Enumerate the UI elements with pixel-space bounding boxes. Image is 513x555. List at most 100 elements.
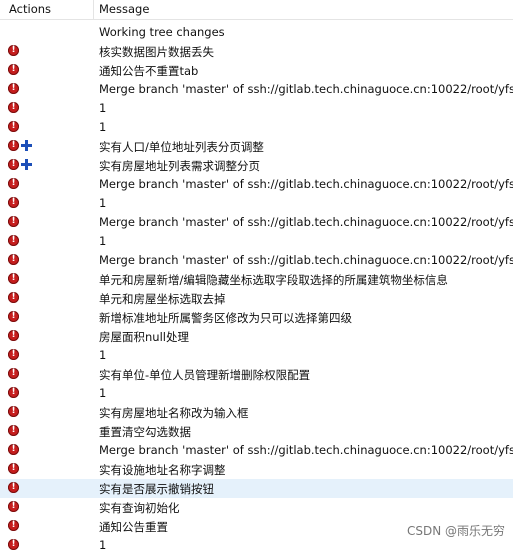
commit-row[interactable]: ! 实有查询初始化 xyxy=(0,498,513,517)
error-icon: ! xyxy=(8,292,19,303)
commit-log-list: Working tree changes! 核实数据图片数据丢失! 通知公告不重置t… xyxy=(0,23,513,555)
actions-cell: ! xyxy=(8,177,88,192)
error-icon: ! xyxy=(8,235,19,246)
commit-message: 实有房屋地址列表需求调整分页 xyxy=(99,159,260,173)
actions-cell: ! xyxy=(8,291,88,306)
commit-row[interactable]: ! Merge branch 'master' of ssh://gitlab.t… xyxy=(0,80,513,99)
error-icon: ! xyxy=(8,197,19,208)
actions-cell: ! xyxy=(8,424,88,439)
commit-message: 1 xyxy=(99,234,107,248)
added-icon xyxy=(21,140,32,151)
actions-cell: ! xyxy=(8,63,88,78)
actions-column-header[interactable]: Actions xyxy=(9,2,51,16)
commit-message: 核实数据图片数据丢失 xyxy=(99,45,214,59)
actions-cell: ! xyxy=(8,386,88,401)
commit-row[interactable]: ! 1 xyxy=(0,346,513,365)
actions-cell: ! xyxy=(8,215,88,230)
message-column-header[interactable]: Message xyxy=(99,2,149,16)
error-icon: ! xyxy=(8,368,19,379)
commit-message: Working tree changes xyxy=(99,25,225,39)
commit-row[interactable]: ! 通知公告不重置tab xyxy=(0,61,513,80)
error-icon: ! xyxy=(8,482,19,493)
error-icon: ! xyxy=(8,254,19,265)
actions-cell: ! xyxy=(8,405,88,420)
commit-row[interactable]: ! 单元和房屋坐标选取去掉 xyxy=(0,289,513,308)
commit-message: 新增标准地址所属警务区修改为只可以选择第四级 xyxy=(99,311,352,325)
commit-message: 1 xyxy=(99,196,107,210)
actions-cell: ! xyxy=(8,348,88,363)
commit-row[interactable]: ! 1 xyxy=(0,194,513,213)
error-icon: ! xyxy=(8,444,19,455)
actions-cell xyxy=(8,25,88,40)
column-divider[interactable] xyxy=(93,0,94,19)
commit-message: 1 xyxy=(99,348,107,362)
actions-cell: ! xyxy=(8,367,88,382)
error-icon: ! xyxy=(8,121,19,132)
commit-message: 实有是否展示撤销按钮 xyxy=(99,482,214,496)
actions-cell: ! xyxy=(8,253,88,268)
commit-message: 通知公告不重置tab xyxy=(99,64,199,78)
error-icon: ! xyxy=(8,387,19,398)
commit-row[interactable]: ! Merge branch 'master' of ssh://gitlab.t… xyxy=(0,175,513,194)
actions-cell: ! xyxy=(8,443,88,458)
error-icon: ! xyxy=(8,102,19,113)
commit-message: Merge branch 'master' of ssh://gitlab.te… xyxy=(99,82,513,96)
commit-message: Merge branch 'master' of ssh://gitlab.te… xyxy=(99,215,513,229)
actions-cell: ! xyxy=(8,234,88,249)
commit-row[interactable]: ! 实有房屋地址列表需求调整分页 xyxy=(0,156,513,175)
actions-cell: ! xyxy=(8,82,88,97)
commit-row[interactable]: ! Merge branch 'master' of ssh://gitlab.t… xyxy=(0,441,513,460)
commit-row[interactable]: ! 1 xyxy=(0,384,513,403)
actions-cell: ! xyxy=(8,158,88,173)
commit-row[interactable]: ! Merge branch 'master' of ssh://gitlab.t… xyxy=(0,251,513,270)
actions-cell: ! xyxy=(8,101,88,116)
commit-row[interactable]: ! 单元和房屋新增/编辑隐藏坐标选取字段取选择的所属建筑物坐标信息 xyxy=(0,270,513,289)
error-icon: ! xyxy=(8,425,19,436)
error-icon: ! xyxy=(8,330,19,341)
commit-row[interactable]: ! 1 xyxy=(0,232,513,251)
commit-message: 1 xyxy=(99,538,107,552)
commit-message: 实有人口/单位地址列表分页调整 xyxy=(99,140,264,154)
watermark: CSDN @雨乐无穷 xyxy=(406,524,505,538)
commit-message: Merge branch 'master' of ssh://gitlab.te… xyxy=(99,253,513,267)
error-icon: ! xyxy=(8,140,19,151)
error-icon: ! xyxy=(8,311,19,322)
commit-message: Merge branch 'master' of ssh://gitlab.te… xyxy=(99,443,513,457)
commit-message: 实有设施地址名称字调整 xyxy=(99,463,226,477)
added-icon xyxy=(21,159,32,170)
commit-row[interactable]: ! 实有单位-单位人员管理新增删除权限配置 xyxy=(0,365,513,384)
commit-row[interactable]: ! 1 xyxy=(0,99,513,118)
commit-message: 实有查询初始化 xyxy=(99,501,180,515)
actions-cell: ! xyxy=(8,196,88,211)
error-icon: ! xyxy=(8,349,19,360)
commit-row[interactable]: ! 实有房屋地址名称改为输入框 xyxy=(0,403,513,422)
commit-message: 1 xyxy=(99,386,107,400)
actions-cell: ! xyxy=(8,120,88,135)
commit-row[interactable]: ! 重置清空勾选数据 xyxy=(0,422,513,441)
commit-row[interactable]: ! 1 xyxy=(0,118,513,137)
commit-row[interactable]: ! 房屋面积null处理 xyxy=(0,327,513,346)
commit-row[interactable]: ! Merge branch 'master' of ssh://gitlab.t… xyxy=(0,213,513,232)
commit-message: 实有房屋地址名称改为输入框 xyxy=(99,406,249,420)
commit-row[interactable]: ! 实有设施地址名称字调整 xyxy=(0,460,513,479)
commit-row[interactable]: ! 实有人口/单位地址列表分页调整 xyxy=(0,137,513,156)
commit-row[interactable]: ! 实有是否展示撤销按钮 xyxy=(0,479,513,498)
commit-message: 房屋面积null处理 xyxy=(99,330,189,344)
error-icon: ! xyxy=(8,406,19,417)
commit-message: 重置清空勾选数据 xyxy=(99,425,191,439)
error-icon: ! xyxy=(8,159,19,170)
commit-row[interactable]: ! 新增标准地址所属警务区修改为只可以选择第四级 xyxy=(0,308,513,327)
error-icon: ! xyxy=(8,45,19,56)
commit-row[interactable]: Working tree changes xyxy=(0,23,513,42)
log-table-header: Actions Message xyxy=(0,0,513,20)
commit-message: 单元和房屋新增/编辑隐藏坐标选取字段取选择的所属建筑物坐标信息 xyxy=(99,273,448,287)
error-icon: ! xyxy=(8,83,19,94)
commit-row[interactable]: ! 核实数据图片数据丢失 xyxy=(0,42,513,61)
commit-message: 单元和房屋坐标选取去掉 xyxy=(99,292,226,306)
actions-cell: ! xyxy=(8,44,88,59)
actions-cell: ! xyxy=(8,538,88,553)
actions-cell: ! xyxy=(8,519,88,534)
commit-message: 1 xyxy=(99,101,107,115)
actions-cell: ! xyxy=(8,481,88,496)
error-icon: ! xyxy=(8,539,19,550)
